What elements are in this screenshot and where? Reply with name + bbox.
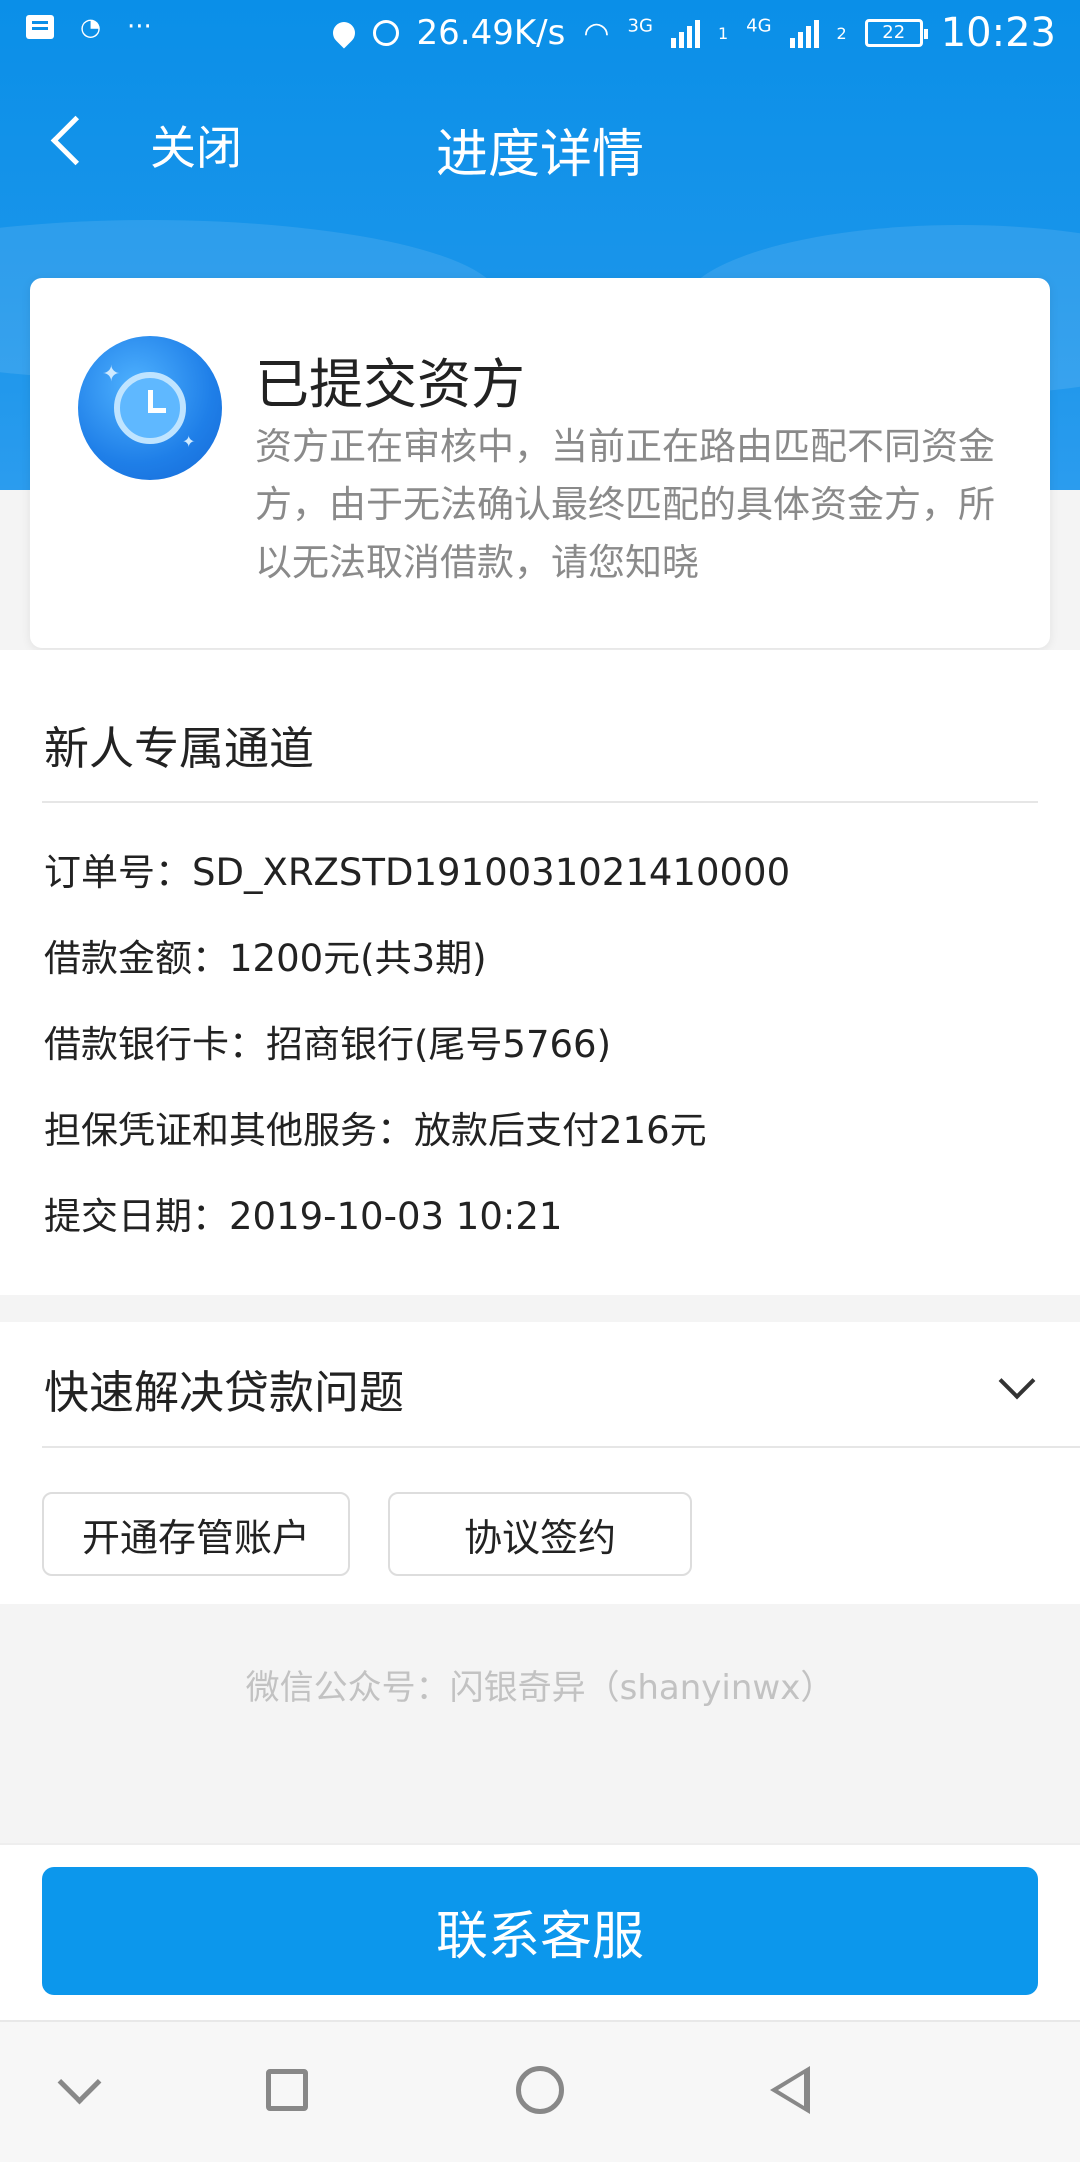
sparkle-icon: ✦ [182,432,196,451]
status-description: 资方正在审核中，当前正在路由匹配不同资金方，由于无法确认最终匹配的具体资金方，所… [255,425,995,584]
nav-bar: 关闭 进度详情 [0,90,1080,200]
status-bar: ◔ ··· 26.49K/s ◠ 3G 1 4G 2 22 10:23 [0,0,1080,70]
submit-date: 提交日期：2019-10-03 10:21 [44,1195,563,1238]
help-title[interactable]: 快速解决贷款问题 [44,1356,404,1421]
bank-card: 借款银行卡：招商银行(尾号5766) [44,1023,612,1066]
battery-icon: 22 [864,19,928,47]
sim-slot-2: 2 [836,23,847,43]
sparkle-icon: ✦ [102,362,121,387]
network-speed: 26.49K/s [416,13,566,53]
status-card: ✦ ✦ 已提交资方 资方正在审核中，当前正在路由匹配不同资金方，由于无法确认最终… [30,278,1050,648]
contact-bar: 联系客服 [0,1843,1080,2020]
wechat-account-note: 微信公众号：闪银奇异（shanyinwx） [245,1668,835,1708]
clock-face [114,372,186,444]
signal-icon-2 [789,18,819,48]
order-info-section: 新人专属通道 订单号：SD_XRZSTD1910031021410000 借款金… [0,650,1080,1295]
divider [42,1446,1080,1448]
network-type-1: 3G [627,15,653,37]
agreement-signing-button[interactable]: 协议签约 [388,1492,692,1576]
recent-apps-icon[interactable] [266,2069,308,2111]
signal-icon-1 [670,18,700,48]
loan-amount: 借款金额：1200元(共3期) [44,937,487,980]
nfc-icon: ◔ [80,13,101,41]
alarm-icon [372,20,399,46]
system-nav-bar [0,2020,1080,2162]
more-icon: ··· [126,12,152,42]
contact-support-button[interactable]: 联系客服 [42,1867,1038,1995]
chevron-down-icon[interactable] [998,1362,1036,1400]
clock: 10:23 [940,10,1056,56]
status-title: 已提交资方 [255,353,525,416]
network-type-2: 4G [746,15,772,37]
message-icon [26,15,54,39]
back-icon[interactable] [770,2066,810,2114]
wifi-icon: ◠ [583,15,610,51]
help-section: 快速解决贷款问题 开通存管账户 协议签约 [0,1322,1080,1604]
page-title: 进度详情 [435,125,644,185]
location-icon [327,17,360,49]
divider [42,801,1038,803]
home-icon[interactable] [516,2066,564,2114]
open-custody-account-button[interactable]: 开通存管账户 [42,1492,350,1576]
clock-icon: ✦ ✦ [78,336,222,480]
sim-slot-1: 1 [717,23,729,43]
service-fee: 担保凭证和其他服务：放款后支付216元 [44,1109,707,1152]
channel-title: 新人专属通道 [44,722,315,775]
order-number: 订单号：SD_XRZSTD1910031021410000 [44,851,791,894]
hide-nav-icon[interactable] [57,2060,102,2105]
